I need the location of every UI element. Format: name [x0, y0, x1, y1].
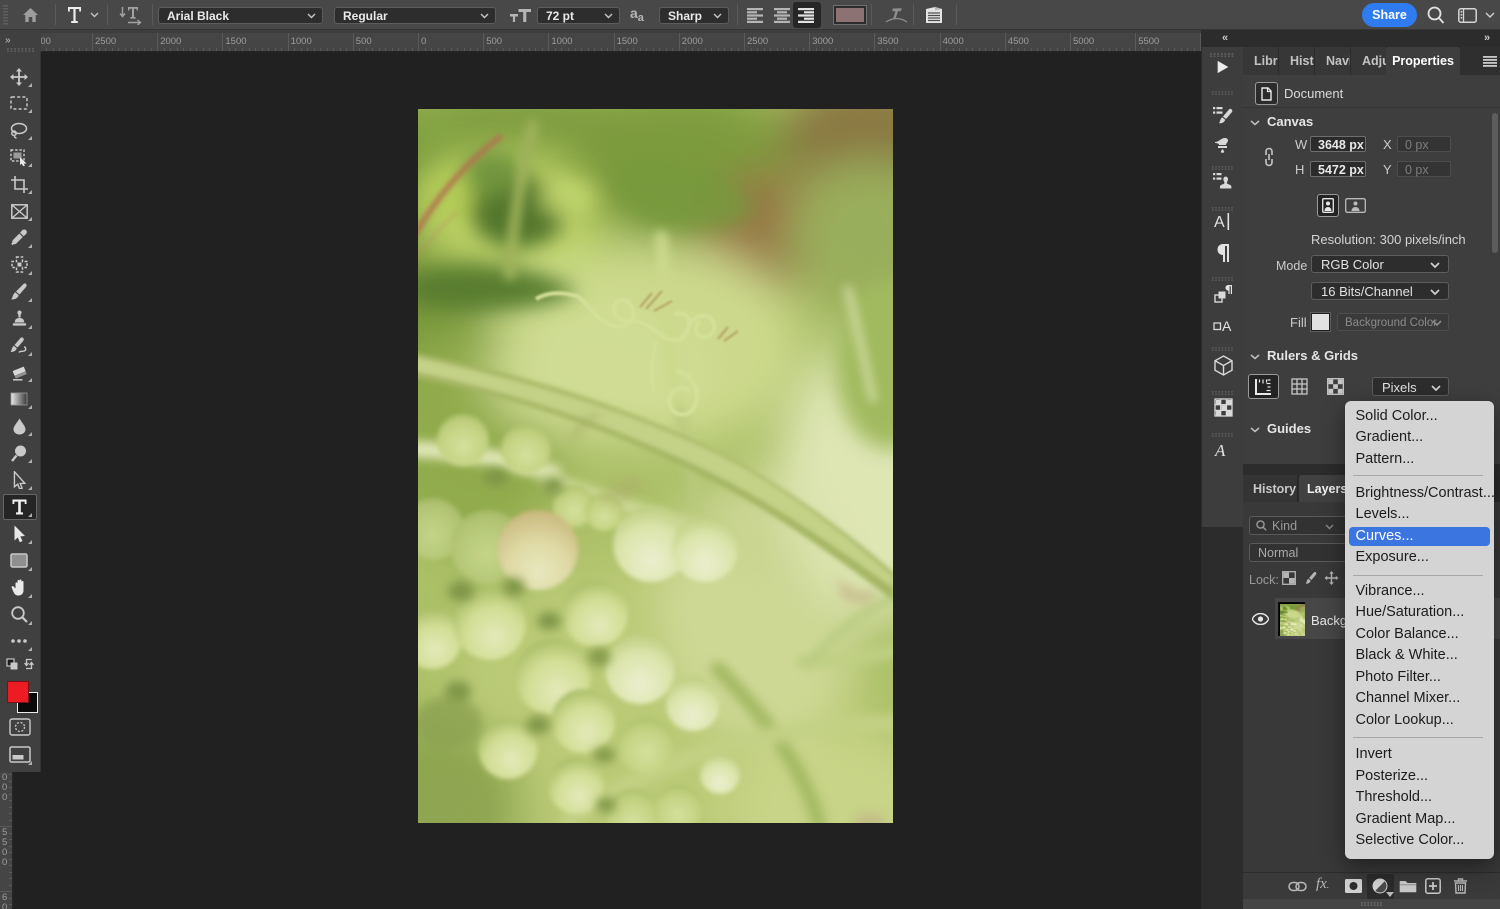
svg-text:A: A — [1214, 441, 1226, 459]
svg-text:A: A — [1222, 318, 1232, 333]
svg-text:A: A — [1214, 214, 1225, 231]
